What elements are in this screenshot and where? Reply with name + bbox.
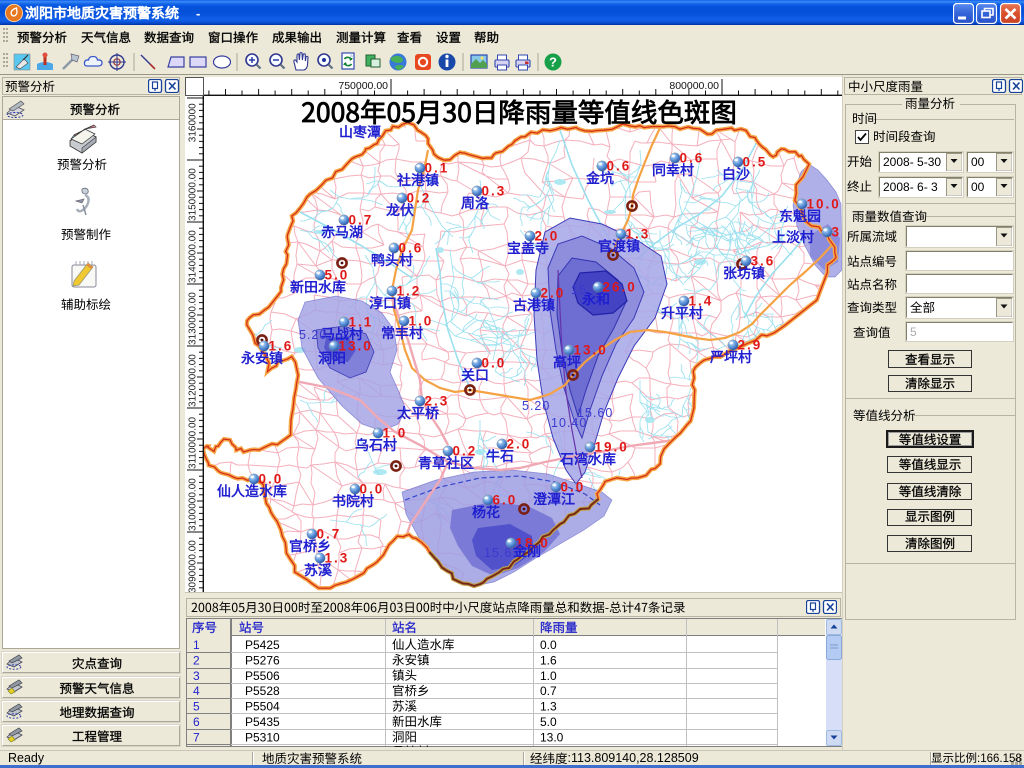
svg-text:0.6: 0.6	[607, 159, 632, 174]
svg-text:26.0: 26.0	[603, 280, 637, 295]
svg-text:1.3: 1.3	[325, 551, 350, 566]
svg-text:5.0: 5.0	[325, 268, 350, 283]
svg-text:3140000.00: 3140000.00	[188, 230, 199, 283]
svg-text:750000.00: 750000.00	[338, 80, 388, 92]
svg-text:3120000.00: 3120000.00	[188, 354, 199, 407]
svg-text:0.2: 0.2	[407, 191, 432, 206]
svg-text:3090000.00: 3090000.00	[188, 540, 199, 592]
svg-text:5.20: 5.20	[299, 328, 327, 342]
svg-text:0.3: 0.3	[482, 184, 507, 199]
svg-text:800000.00: 800000.00	[669, 80, 719, 92]
svg-text:3160000: 3160000	[188, 103, 199, 142]
svg-text:13.0: 13.0	[574, 343, 608, 358]
svg-text:3110000.00: 3110000.00	[188, 416, 199, 469]
svg-text:10.0: 10.0	[807, 197, 841, 212]
svg-text:0.5: 0.5	[743, 155, 768, 170]
svg-text:0.0: 0.0	[482, 356, 507, 371]
svg-text:3130000.00: 3130000.00	[188, 292, 199, 345]
svg-text:19.0: 19.0	[595, 440, 629, 455]
svg-text:2.0: 2.0	[535, 229, 560, 244]
svg-text:0.7: 0.7	[317, 527, 342, 542]
svg-text:3.0: 3.0	[832, 225, 843, 240]
svg-text:0.7: 0.7	[349, 213, 374, 228]
svg-text:6.0: 6.0	[493, 493, 518, 508]
svg-text:0.0: 0.0	[561, 480, 586, 495]
svg-text:5.20: 5.20	[522, 399, 550, 413]
svg-text:2.0: 2.0	[507, 437, 532, 452]
svg-text:3100000.00: 3100000.00	[188, 478, 199, 531]
svg-text:15: 15	[571, 283, 587, 297]
svg-text:?: ?	[549, 55, 557, 70]
svg-text:3150000.00: 3150000.00	[188, 168, 199, 221]
svg-text:13.0: 13.0	[339, 339, 373, 354]
svg-text:15.6: 15.6	[484, 546, 512, 560]
svg-text:10.40: 10.40	[551, 416, 587, 430]
